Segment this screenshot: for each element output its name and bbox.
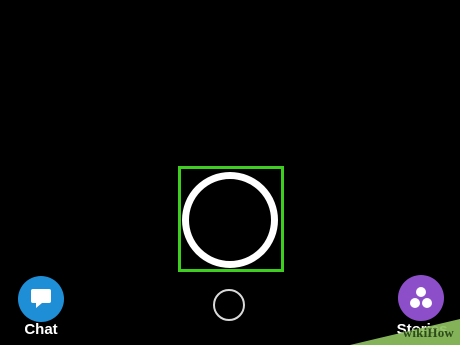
watermark-text: wikiHow bbox=[402, 325, 454, 340]
memories-button[interactable] bbox=[213, 289, 245, 321]
three-circles-icon bbox=[410, 287, 432, 308]
chat-label: Chat bbox=[24, 321, 58, 338]
chat-button[interactable]: Chat bbox=[16, 276, 66, 338]
chat-icon-circle bbox=[18, 276, 64, 322]
capture-button[interactable] bbox=[182, 172, 278, 268]
camera-screen: Chat Stories wikiHow bbox=[0, 0, 460, 345]
speech-bubble-icon bbox=[31, 289, 51, 308]
wikihow-watermark: wikiHow bbox=[340, 319, 460, 345]
stories-icon-circle bbox=[398, 275, 444, 321]
